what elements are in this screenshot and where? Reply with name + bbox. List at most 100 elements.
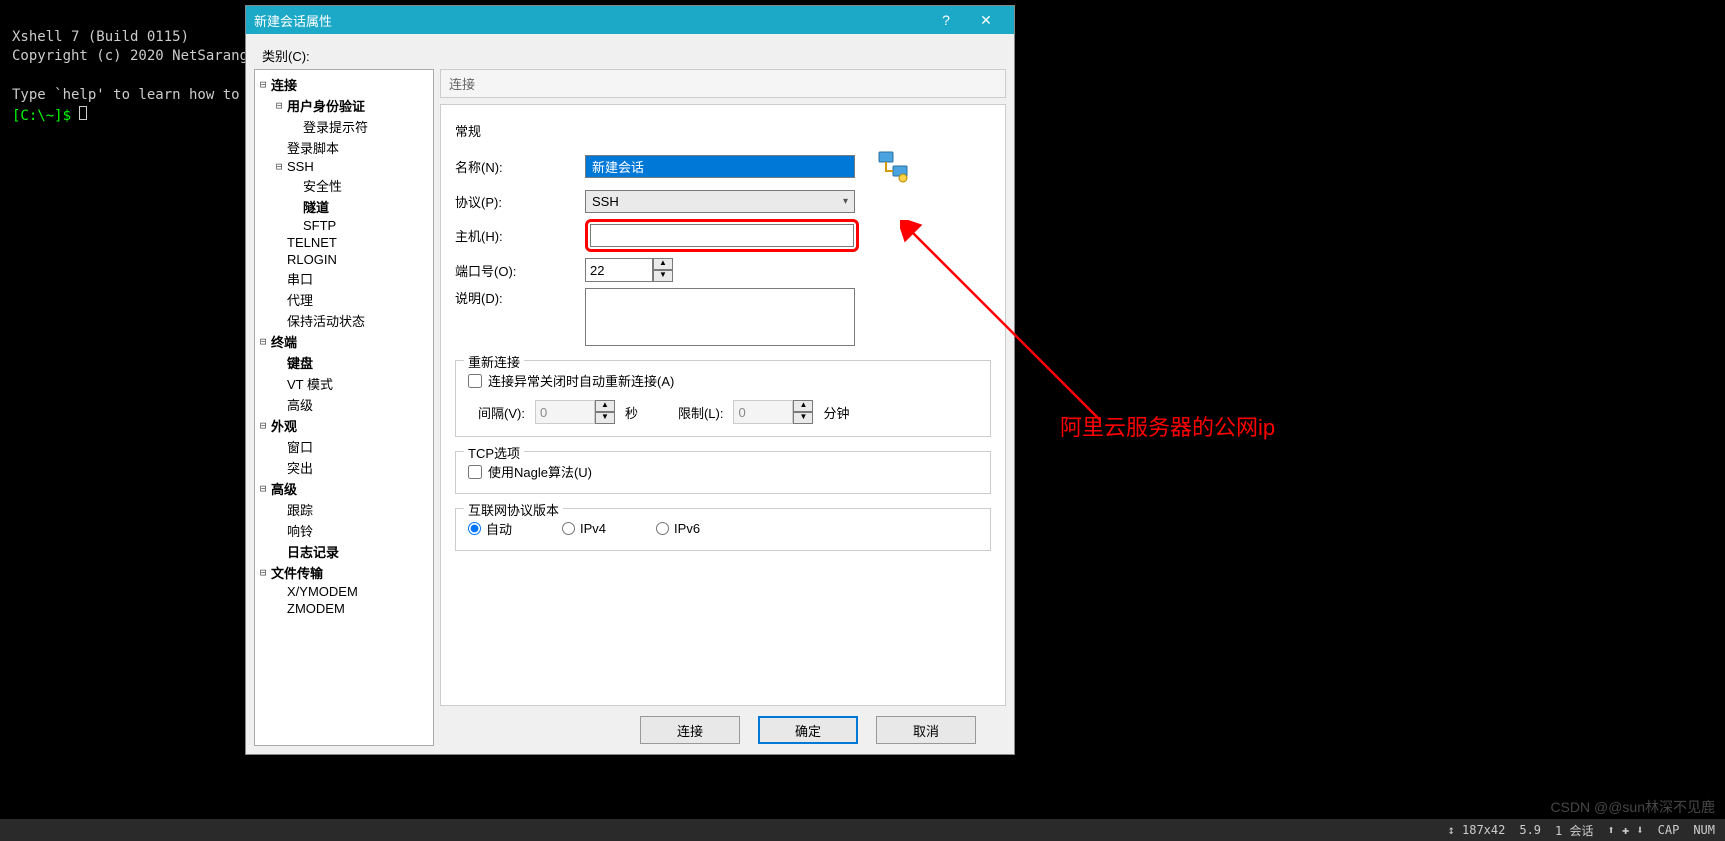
spinner-down-icon[interactable]: ▼ — [595, 412, 615, 424]
protocol-label: 协议(P): — [455, 192, 585, 211]
category-tree[interactable]: ⊟连接⊟用户身份验证登录提示符登录脚本⊟SSH安全性隧道SFTPTELNETRL… — [254, 69, 434, 746]
connect-button[interactable]: 连接 — [640, 716, 740, 744]
limit-unit: 分钟 — [823, 403, 849, 422]
interval-spinner[interactable]: ▲▼ — [535, 400, 615, 424]
nagle-checkbox[interactable] — [468, 465, 482, 479]
ipver-fieldset: 互联网协议版本 自动 IPv4 IPv6 — [455, 508, 991, 551]
chevron-down-icon: ▾ — [843, 196, 848, 207]
tree-toggle-icon[interactable]: ⊟ — [257, 419, 269, 432]
tree-item[interactable]: ⊟外观 — [257, 415, 431, 436]
interval-input[interactable] — [535, 400, 595, 424]
spinner-down-icon[interactable]: ▼ — [793, 412, 813, 424]
tree-toggle-icon[interactable]: ⊟ — [273, 160, 285, 173]
spinner-up-icon[interactable]: ▲ — [595, 400, 615, 412]
tree-toggle-icon[interactable]: ⊟ — [257, 482, 269, 495]
reconnect-checkbox-row[interactable]: 连接异常关闭时自动重新连接(A) — [468, 371, 978, 390]
status-cap: CAP — [1658, 823, 1680, 837]
dialog-titlebar[interactable]: 新建会话属性 ? ✕ — [246, 6, 1014, 34]
radio-ipv6-row[interactable]: IPv6 — [656, 521, 700, 536]
name-input[interactable] — [585, 155, 855, 178]
tree-item[interactable]: 窗口 — [257, 436, 431, 457]
tree-item[interactable]: ⊟连接 — [257, 74, 431, 95]
port-input[interactable] — [585, 258, 653, 282]
tree-item-label: 日志记录 — [287, 542, 339, 561]
spinner-up-icon[interactable]: ▲ — [653, 258, 673, 270]
terminal-line: Copyright (c) 2020 NetSarang — [12, 48, 248, 64]
port-spinner[interactable]: ▲ ▼ — [585, 258, 673, 282]
reconnect-checkbox[interactable] — [468, 374, 482, 388]
tree-item[interactable]: ZMODEM — [257, 600, 431, 617]
tree-item[interactable]: ⊟终端 — [257, 331, 431, 352]
host-highlight — [585, 219, 859, 252]
tree-item[interactable]: SFTP — [257, 217, 431, 234]
tree-item[interactable]: ⊟SSH — [257, 158, 431, 175]
tree-item[interactable]: 安全性 — [257, 175, 431, 196]
tree-item[interactable]: 跟踪 — [257, 499, 431, 520]
tree-item[interactable]: ⊟高级 — [257, 478, 431, 499]
dialog-body: 类别(C): ⊟连接⊟用户身份验证登录提示符登录脚本⊟SSH安全性隧道SFTPT… — [246, 34, 1014, 754]
tree-item-label: 窗口 — [287, 437, 313, 456]
group-ipver: 互联网协议版本 — [464, 500, 563, 519]
tree-item[interactable]: 高级 — [257, 394, 431, 415]
cancel-button[interactable]: 取消 — [876, 716, 976, 744]
tree-item-label: 响铃 — [287, 521, 313, 540]
tree-item[interactable]: X/YMODEM — [257, 583, 431, 600]
tree-toggle-icon[interactable]: ⊟ — [257, 335, 269, 348]
terminal-panel: Xshell 7 (Build 0115) Copyright (c) 2020… — [0, 0, 245, 760]
watermark: CSDN @@sun林深不见鹿 — [1550, 797, 1715, 817]
radio-auto-row[interactable]: 自动 — [468, 519, 512, 538]
tree-toggle-icon[interactable]: ⊟ — [273, 99, 285, 112]
host-input[interactable] — [590, 224, 854, 247]
tree-item[interactable]: TELNET — [257, 234, 431, 251]
tree-item-label: 保持活动状态 — [287, 311, 365, 330]
tree-item[interactable]: 代理 — [257, 289, 431, 310]
tree-item-label: 高级 — [287, 395, 313, 414]
limit-spinner[interactable]: ▲▼ — [733, 400, 813, 424]
radio-ipv4-row[interactable]: IPv4 — [562, 521, 606, 536]
port-label: 端口号(O): — [455, 261, 585, 280]
tree-item[interactable]: 登录脚本 — [257, 137, 431, 158]
tree-item[interactable]: 日志记录 — [257, 541, 431, 562]
tree-item[interactable]: 保持活动状态 — [257, 310, 431, 331]
limit-input[interactable] — [733, 400, 793, 424]
tree-item-label: 安全性 — [303, 176, 342, 195]
tree-item[interactable]: ⊟用户身份验证 — [257, 95, 431, 116]
tree-item-label: 串口 — [287, 269, 313, 288]
help-button[interactable]: ? — [926, 12, 966, 28]
desc-label: 说明(D): — [455, 288, 585, 307]
tree-item-label: 终端 — [271, 332, 297, 351]
radio-ipv4[interactable] — [562, 522, 575, 535]
tree-item-label: RLOGIN — [287, 252, 337, 267]
protocol-combo[interactable]: SSH ▾ — [585, 190, 855, 213]
tree-item[interactable]: RLOGIN — [257, 251, 431, 268]
radio-auto[interactable] — [468, 522, 481, 535]
desc-textarea[interactable] — [585, 288, 855, 346]
radio-ipv6[interactable] — [656, 522, 669, 535]
annotation-text: 阿里云服务器的公网ip — [1060, 410, 1275, 442]
spinner-up-icon[interactable]: ▲ — [793, 400, 813, 412]
form-area: 常规 名称(N): 协议(P): SSH ▾ 主机( — [440, 104, 1006, 706]
right-panel: 连接 常规 名称(N): 协议(P): SSH ▾ — [440, 69, 1006, 746]
group-reconnect: 重新连接 — [464, 352, 524, 371]
tree-item-label: 连接 — [271, 75, 297, 94]
name-label: 名称(N): — [455, 157, 585, 176]
tree-item[interactable]: VT 模式 — [257, 373, 431, 394]
status-bar: ↕ 187x42 5.9 1 会话 ⬆ ✚ ⬇ CAP NUM — [0, 819, 1725, 841]
tree-item-label: 代理 — [287, 290, 313, 309]
tree-item[interactable]: 串口 — [257, 268, 431, 289]
tree-item[interactable]: 隧道 — [257, 196, 431, 217]
tree-item[interactable]: 突出 — [257, 457, 431, 478]
nagle-checkbox-row[interactable]: 使用Nagle算法(U) — [468, 462, 978, 481]
spinner-down-icon[interactable]: ▼ — [653, 270, 673, 282]
limit-label: 限制(L): — [678, 403, 724, 422]
tree-item[interactable]: ⊟文件传输 — [257, 562, 431, 583]
ok-button[interactable]: 确定 — [758, 716, 858, 744]
dialog-title: 新建会话属性 — [254, 11, 926, 30]
nagle-label: 使用Nagle算法(U) — [488, 462, 592, 481]
tree-toggle-icon[interactable]: ⊟ — [257, 78, 269, 91]
tree-item[interactable]: 键盘 — [257, 352, 431, 373]
tree-toggle-icon[interactable]: ⊟ — [257, 566, 269, 579]
close-button[interactable]: ✕ — [966, 12, 1006, 29]
tree-item[interactable]: 响铃 — [257, 520, 431, 541]
tree-item[interactable]: 登录提示符 — [257, 116, 431, 137]
